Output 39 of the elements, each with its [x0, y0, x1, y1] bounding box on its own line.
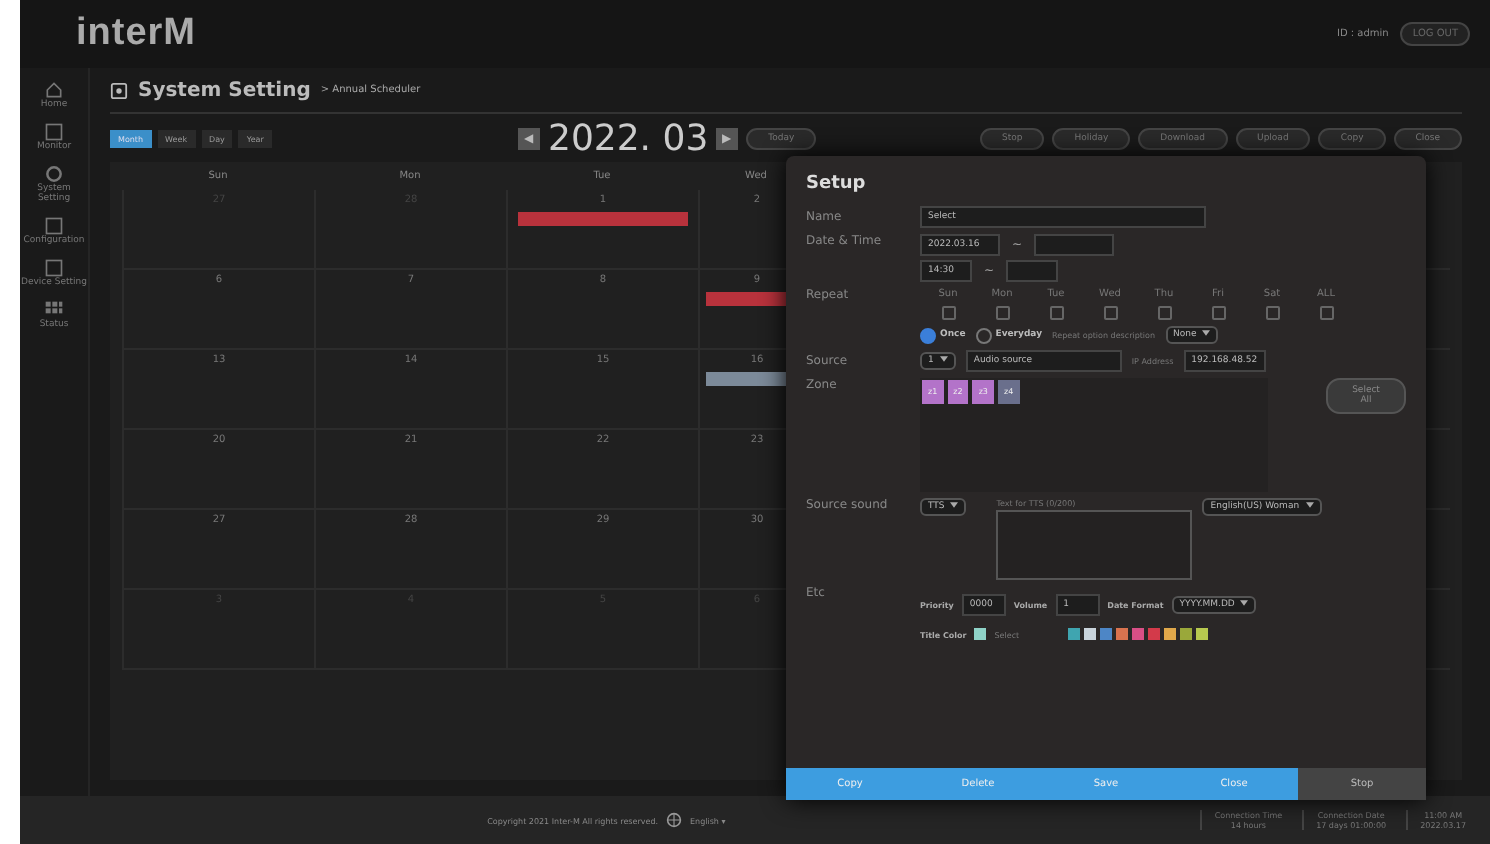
color-swatch[interactable]: [1067, 628, 1080, 640]
settings-icon: [110, 81, 128, 99]
caret-icon: [1202, 330, 1211, 337]
home-icon: [44, 80, 64, 100]
square-icon: [44, 215, 64, 236]
weekday-checkbox[interactable]: [941, 306, 955, 320]
title-color-swatch[interactable]: [974, 628, 987, 640]
color-swatch[interactable]: [1115, 628, 1128, 640]
end-date-field[interactable]: [1034, 234, 1115, 256]
month-label: 2022. 03: [548, 117, 709, 159]
caret-icon: [1240, 600, 1249, 607]
color-swatch[interactable]: [1083, 628, 1096, 640]
radio-button[interactable]: [975, 327, 992, 343]
color-swatch[interactable]: [1195, 628, 1208, 640]
weekday-checkbox[interactable]: [1103, 306, 1117, 320]
color-swatch[interactable]: [1147, 628, 1160, 640]
gear-icon: [44, 163, 64, 184]
color-swatch[interactable]: [1163, 628, 1176, 640]
weekday-checkbox[interactable]: [1049, 306, 1063, 320]
globe-icon: [666, 812, 683, 828]
caret-icon: [1305, 502, 1314, 509]
end-time-field[interactable]: [1006, 260, 1059, 282]
weekday-checkbox[interactable]: [995, 306, 1009, 320]
caret-icon: [939, 356, 948, 363]
color-swatch[interactable]: [1131, 628, 1144, 640]
weekday-checkbox[interactable]: [1157, 306, 1171, 320]
weekday-checkbox[interactable]: [1265, 306, 1279, 320]
color-swatch[interactable]: [1179, 628, 1192, 640]
square-icon: [44, 257, 64, 278]
dialog-title: Setup: [804, 172, 868, 198]
radio-button[interactable]: [920, 327, 936, 343]
weekday-checkbox[interactable]: [1211, 306, 1225, 320]
logo: interM: [76, 12, 196, 56]
caret-icon: [950, 502, 959, 509]
color-swatch[interactable]: [1099, 628, 1112, 640]
page-title: System Setting: [138, 79, 311, 101]
tts-text-area[interactable]: [996, 510, 1193, 580]
square-icon: [44, 121, 64, 142]
weekday-checkbox[interactable]: [1319, 306, 1333, 320]
